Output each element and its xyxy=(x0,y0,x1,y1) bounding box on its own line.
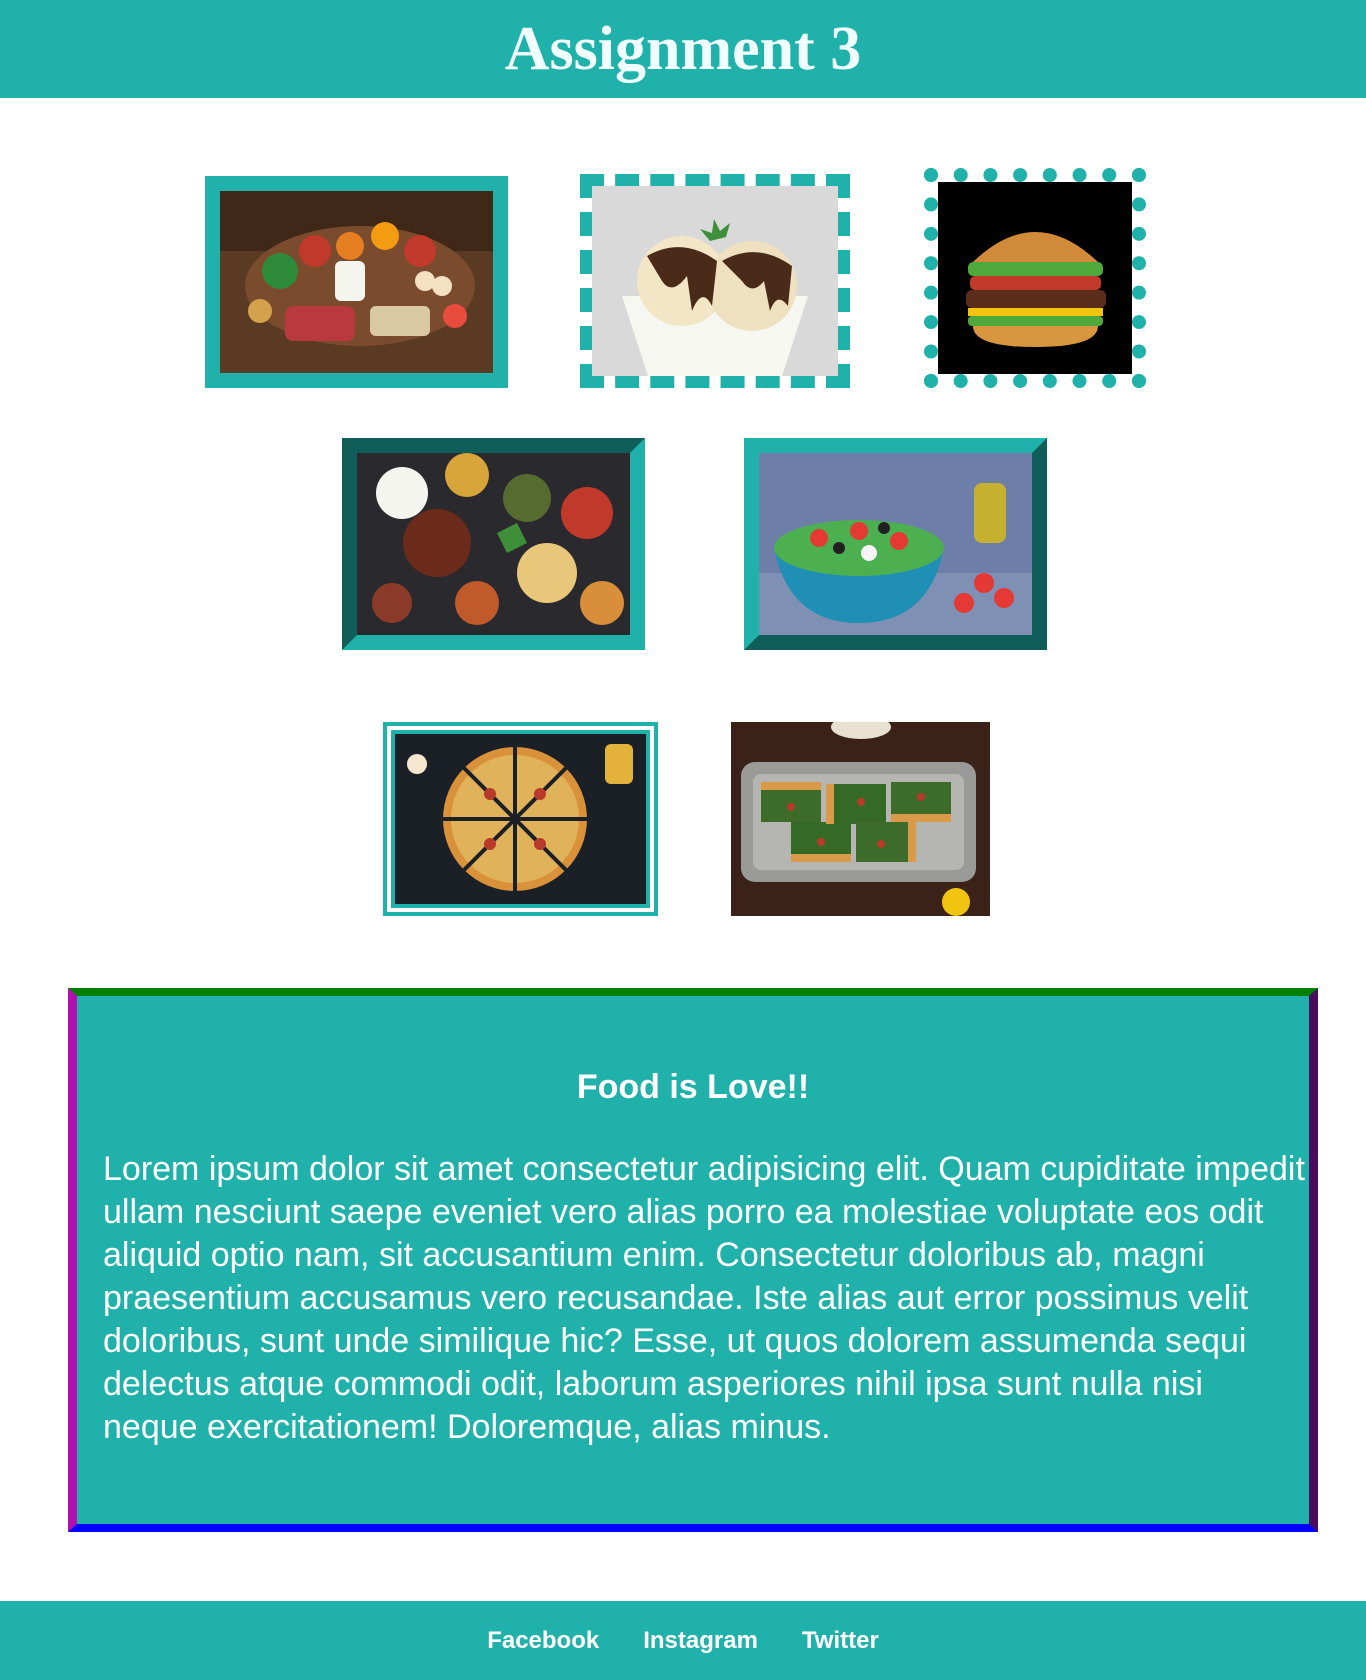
salad-image xyxy=(744,438,1047,650)
ice-cream-image xyxy=(580,174,850,388)
instagram-link[interactable]: Instagram xyxy=(643,1627,758,1655)
section-heading: Food is Love!! xyxy=(576,1068,810,1106)
section-paragraph: Lorem ipsum dolor sit amet consectetur a… xyxy=(103,1150,1305,1446)
pizza-image xyxy=(383,722,658,916)
spinach-pastry-illustration xyxy=(731,722,990,916)
food-is-love-section: Food is Love!! Lorem ipsum dolor sit ame… xyxy=(68,988,1318,1532)
pizza-illustration xyxy=(395,734,646,904)
page-header: Assignment 3 xyxy=(0,0,1366,98)
facebook-link[interactable]: Facebook xyxy=(487,1627,599,1655)
indian-feast-image xyxy=(342,438,645,650)
indian-feast-illustration xyxy=(357,453,630,635)
groceries-illustration xyxy=(220,191,493,373)
burger-image xyxy=(924,168,1146,388)
burger-illustration xyxy=(938,182,1132,374)
page-footer: Facebook Instagram Twitter xyxy=(0,1601,1366,1680)
groceries-image xyxy=(205,176,508,388)
ice-cream-illustration xyxy=(592,186,838,376)
salad-illustration xyxy=(759,453,1032,635)
page-title: Assignment 3 xyxy=(504,15,862,83)
spinach-pastry-image xyxy=(731,722,990,916)
twitter-link[interactable]: Twitter xyxy=(802,1627,879,1655)
